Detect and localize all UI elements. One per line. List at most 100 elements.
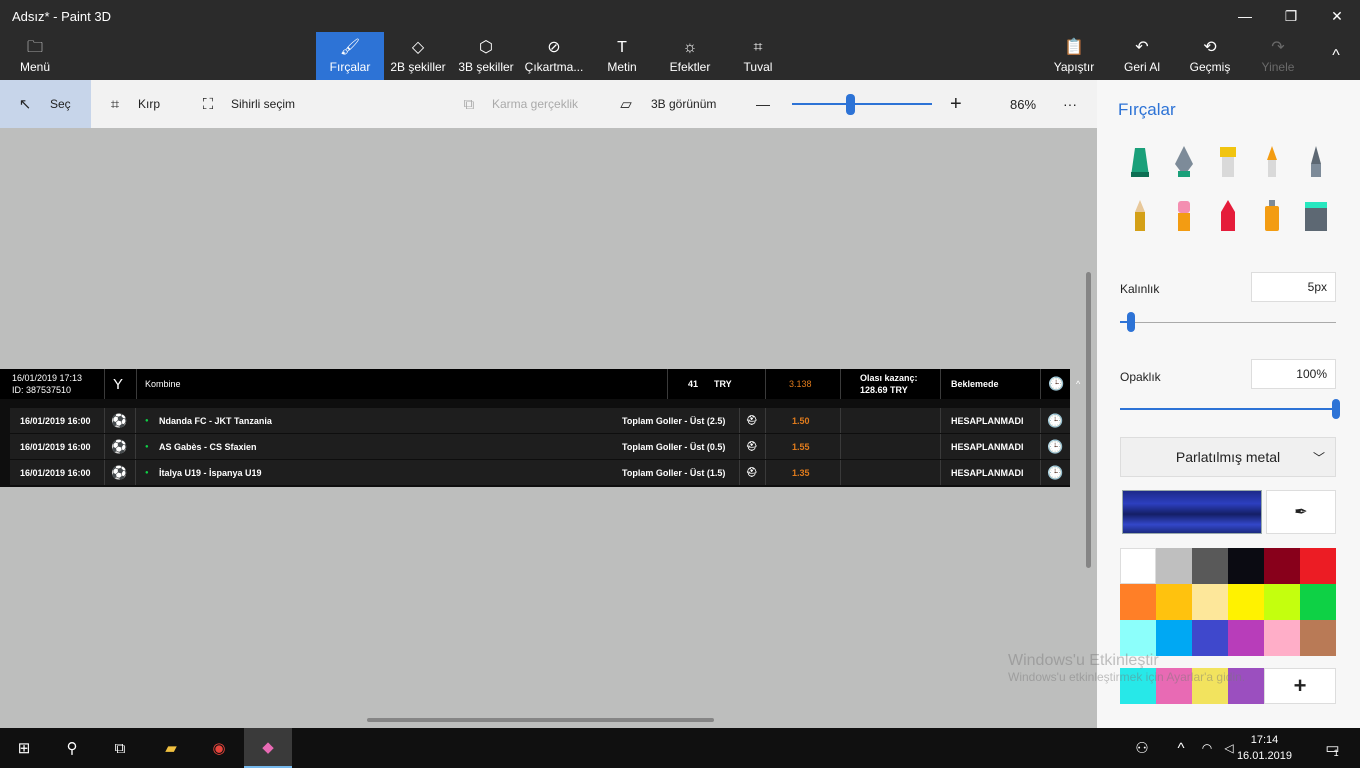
tab-text[interactable]: T Metin <box>600 32 644 80</box>
search-button[interactable]: ⚲ <box>48 728 96 768</box>
magic-select-tool[interactable]: ⛶ Sihirli seçim <box>199 80 295 128</box>
tab-2d-shapes[interactable]: ◇ 2B şekiller <box>388 32 448 80</box>
tab-effects[interactable]: ☼ Efektler <box>664 32 716 80</box>
opacity-input[interactable]: 100% <box>1251 359 1336 389</box>
zoom-out-button[interactable]: — <box>756 80 770 128</box>
marker-brush-icon[interactable] <box>1125 144 1155 180</box>
select-tool[interactable]: ↖ Seç <box>0 80 91 128</box>
add-color-button[interactable]: + <box>1264 668 1336 704</box>
color-swatch[interactable] <box>1228 620 1264 656</box>
color-swatch[interactable] <box>1156 548 1192 584</box>
color-swatch[interactable] <box>1120 620 1156 656</box>
chrome-button[interactable]: ◉ <box>196 728 242 768</box>
view-3d-label: 3B görünüm <box>651 97 717 111</box>
crayon-icon[interactable] <box>1213 198 1243 234</box>
mixed-reality-button[interactable]: ⧉ Karma gerçeklik <box>460 80 578 128</box>
close-button[interactable]: ✕ <box>1314 0 1360 32</box>
eraser-icon[interactable] <box>1169 198 1199 234</box>
color-swatch[interactable] <box>1264 548 1300 584</box>
color-swatch[interactable] <box>1120 584 1156 620</box>
window-title: Adsız* - Paint 3D <box>12 9 111 24</box>
text-icon: T <box>617 39 627 56</box>
thickness-slider-thumb[interactable] <box>1126 312 1135 332</box>
color-swatch[interactable] <box>1192 548 1228 584</box>
tray-chevron-icon[interactable]: ^ <box>1170 728 1192 768</box>
crop-tool[interactable]: ⌗ Kırp <box>106 80 160 128</box>
bet-row: 16/01/2019 16:00 ⚽ ● Ndanda FC - JKT Tan… <box>10 408 1070 433</box>
chevron-down-icon: ﹀ <box>1312 450 1325 465</box>
zoom-slider-thumb[interactable] <box>846 94 855 115</box>
bet-collapse-icon: ^ <box>1076 379 1081 389</box>
redo-button[interactable]: ↷ Yinele <box>1254 32 1302 80</box>
redo-label: Yinele <box>1261 60 1295 74</box>
more-options-button[interactable]: ··· <box>1063 80 1077 128</box>
horizontal-scrollbar[interactable] <box>367 718 714 722</box>
minimize-button[interactable]: — <box>1222 0 1268 32</box>
folder-icon: ▰ <box>165 740 177 757</box>
material-dropdown[interactable]: Parlatılmış metal ﹀ <box>1120 437 1336 477</box>
history-button[interactable]: ⟲ Geçmiş <box>1186 32 1234 80</box>
wifi-icon[interactable]: ◠ <box>1196 728 1218 768</box>
pixel-pen-icon[interactable] <box>1301 144 1331 180</box>
thickness-slider-track[interactable] <box>1120 322 1336 323</box>
file-explorer-button[interactable]: ▰ <box>148 728 194 768</box>
task-view-button[interactable]: ⧉ <box>96 728 144 768</box>
eyedropper-button[interactable]: ✒ <box>1266 490 1336 534</box>
tab-3d-shapes[interactable]: ⬡ 3B şekiller <box>456 32 516 80</box>
restore-button[interactable]: ❐ <box>1268 0 1314 32</box>
live-dot-icon: ● <box>145 469 149 476</box>
color-swatch[interactable] <box>1228 584 1264 620</box>
paste-label: Yapıştır <box>1053 60 1095 74</box>
paint-3d-button[interactable]: ◆ <box>244 728 292 768</box>
sticker-icon: ⊘ <box>547 39 561 56</box>
canvas-icon: ⌗ <box>753 39 763 56</box>
watermark-subtitle: Windows'u etkinleştirmek için Ayarlar'a … <box>1008 670 1246 684</box>
notifications-button[interactable]: ▭ 1 <box>1314 728 1350 768</box>
color-swatch[interactable] <box>1192 584 1228 620</box>
spray-can-icon[interactable] <box>1257 198 1287 234</box>
view-3d-button[interactable]: ▱ 3B görünüm <box>617 80 716 128</box>
color-swatch[interactable] <box>1300 584 1336 620</box>
color-swatch[interactable] <box>1264 620 1300 656</box>
collapse-ribbon-button[interactable]: ^ <box>1318 32 1354 80</box>
stats-icon: ⛑ <box>746 441 758 451</box>
vertical-scrollbar[interactable] <box>1086 272 1091 568</box>
paste-button[interactable]: 📋 Yapıştır <box>1050 32 1098 80</box>
live-dot-icon: ● <box>145 443 149 450</box>
tab-text-label: Metin <box>607 60 637 74</box>
watercolor-brush-icon[interactable] <box>1257 144 1287 180</box>
people-icon[interactable]: ⚇ <box>1128 728 1156 768</box>
calligraphy-pen-icon[interactable] <box>1169 144 1199 180</box>
color-swatch[interactable] <box>1300 620 1336 656</box>
color-swatch[interactable] <box>1228 548 1264 584</box>
tab-2d-shapes-label: 2B şekiller <box>390 60 446 74</box>
tab-brushes[interactable]: 🖌 Fırçalar <box>316 32 384 80</box>
color-swatch[interactable] <box>1300 548 1336 584</box>
tab-canvas[interactable]: ⌗ Tuval <box>736 32 780 80</box>
chrome-icon: ◉ <box>212 740 226 757</box>
color-swatch[interactable] <box>1156 620 1192 656</box>
ribbon: 🗀 Menü 🖌 Fırçalar ◇ 2B şekiller ⬡ 3B şek… <box>0 32 1360 80</box>
undo-button[interactable]: ↶ Geri Al <box>1118 32 1166 80</box>
clock[interactable]: 17:14 16.01.2019 <box>1237 732 1292 764</box>
color-swatch[interactable] <box>1192 620 1228 656</box>
opacity-slider-thumb[interactable] <box>1332 399 1340 419</box>
color-swatch[interactable] <box>1156 584 1192 620</box>
fill-bucket-icon[interactable] <box>1301 198 1331 234</box>
menu-button[interactable]: 🗀 Menü <box>10 32 60 80</box>
thickness-input[interactable]: 5px <box>1251 272 1336 302</box>
stats-icon: ⛑ <box>746 415 758 425</box>
oil-brush-icon[interactable] <box>1213 144 1243 180</box>
zoom-slider-track[interactable] <box>792 103 932 105</box>
pencil-icon[interactable] <box>1125 198 1155 234</box>
row-market: Toplam Goller - Üst (1.5) <box>622 467 726 478</box>
zoom-in-button[interactable]: + <box>950 80 962 128</box>
start-button[interactable]: ⊞ <box>0 728 48 768</box>
tab-stickers[interactable]: ⊘ Çıkartma... <box>522 32 586 80</box>
effects-icon: ☼ <box>682 39 698 56</box>
color-swatch[interactable] <box>1120 548 1156 584</box>
potential-win-label: Olası kazanç: <box>860 373 918 383</box>
pasted-bet-image[interactable]: 16/01/2019 17:13 ID: 387537510 Y Kombine… <box>0 369 1080 487</box>
football-icon: ⚽ <box>111 412 128 428</box>
color-swatch[interactable] <box>1264 584 1300 620</box>
